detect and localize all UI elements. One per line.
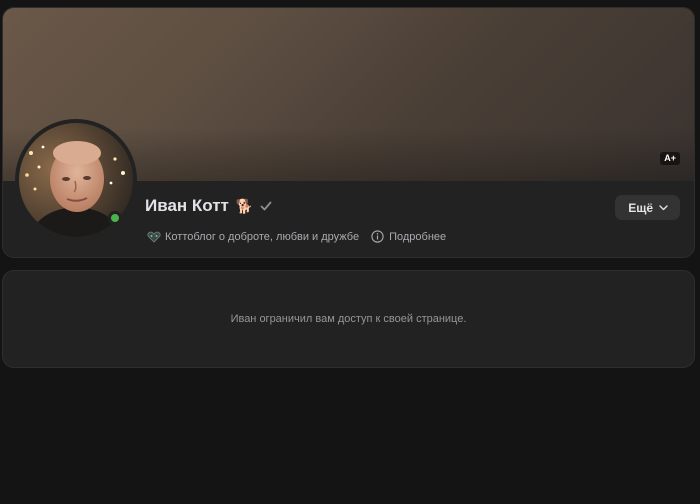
details-link-label: Подробнее — [389, 230, 447, 243]
profile-status-text: Коттоблог о доброте, любви и дружбе — [165, 230, 360, 243]
dog-emoji: 🐕 — [235, 198, 254, 214]
profile-status-row: Коттоблог о доброте, любви и дружбе Подр… — [147, 230, 446, 243]
profile-name-row: Иван Котт 🐕 — [145, 196, 272, 216]
more-button-label: Ещё — [628, 200, 653, 215]
details-link[interactable]: Подробнее — [371, 230, 446, 243]
heart-icon — [147, 231, 161, 243]
access-restricted-card: Иван ограничил вам доступ к своей страни… — [2, 270, 695, 368]
check-icon[interactable] — [260, 200, 272, 212]
more-button[interactable]: Ещё — [615, 195, 680, 220]
chevron-down-icon — [659, 204, 668, 210]
profile-name: Иван Котт — [145, 196, 229, 215]
info-icon — [371, 230, 384, 243]
profile-header-card: A+ Иван Котт 🐕 Коттоблог о доброте, любв… — [2, 7, 695, 258]
access-restricted-text: Иван ограничил вам доступ к своей страни… — [230, 313, 467, 325]
online-indicator — [108, 211, 122, 225]
cover-badge: A+ — [660, 152, 680, 165]
